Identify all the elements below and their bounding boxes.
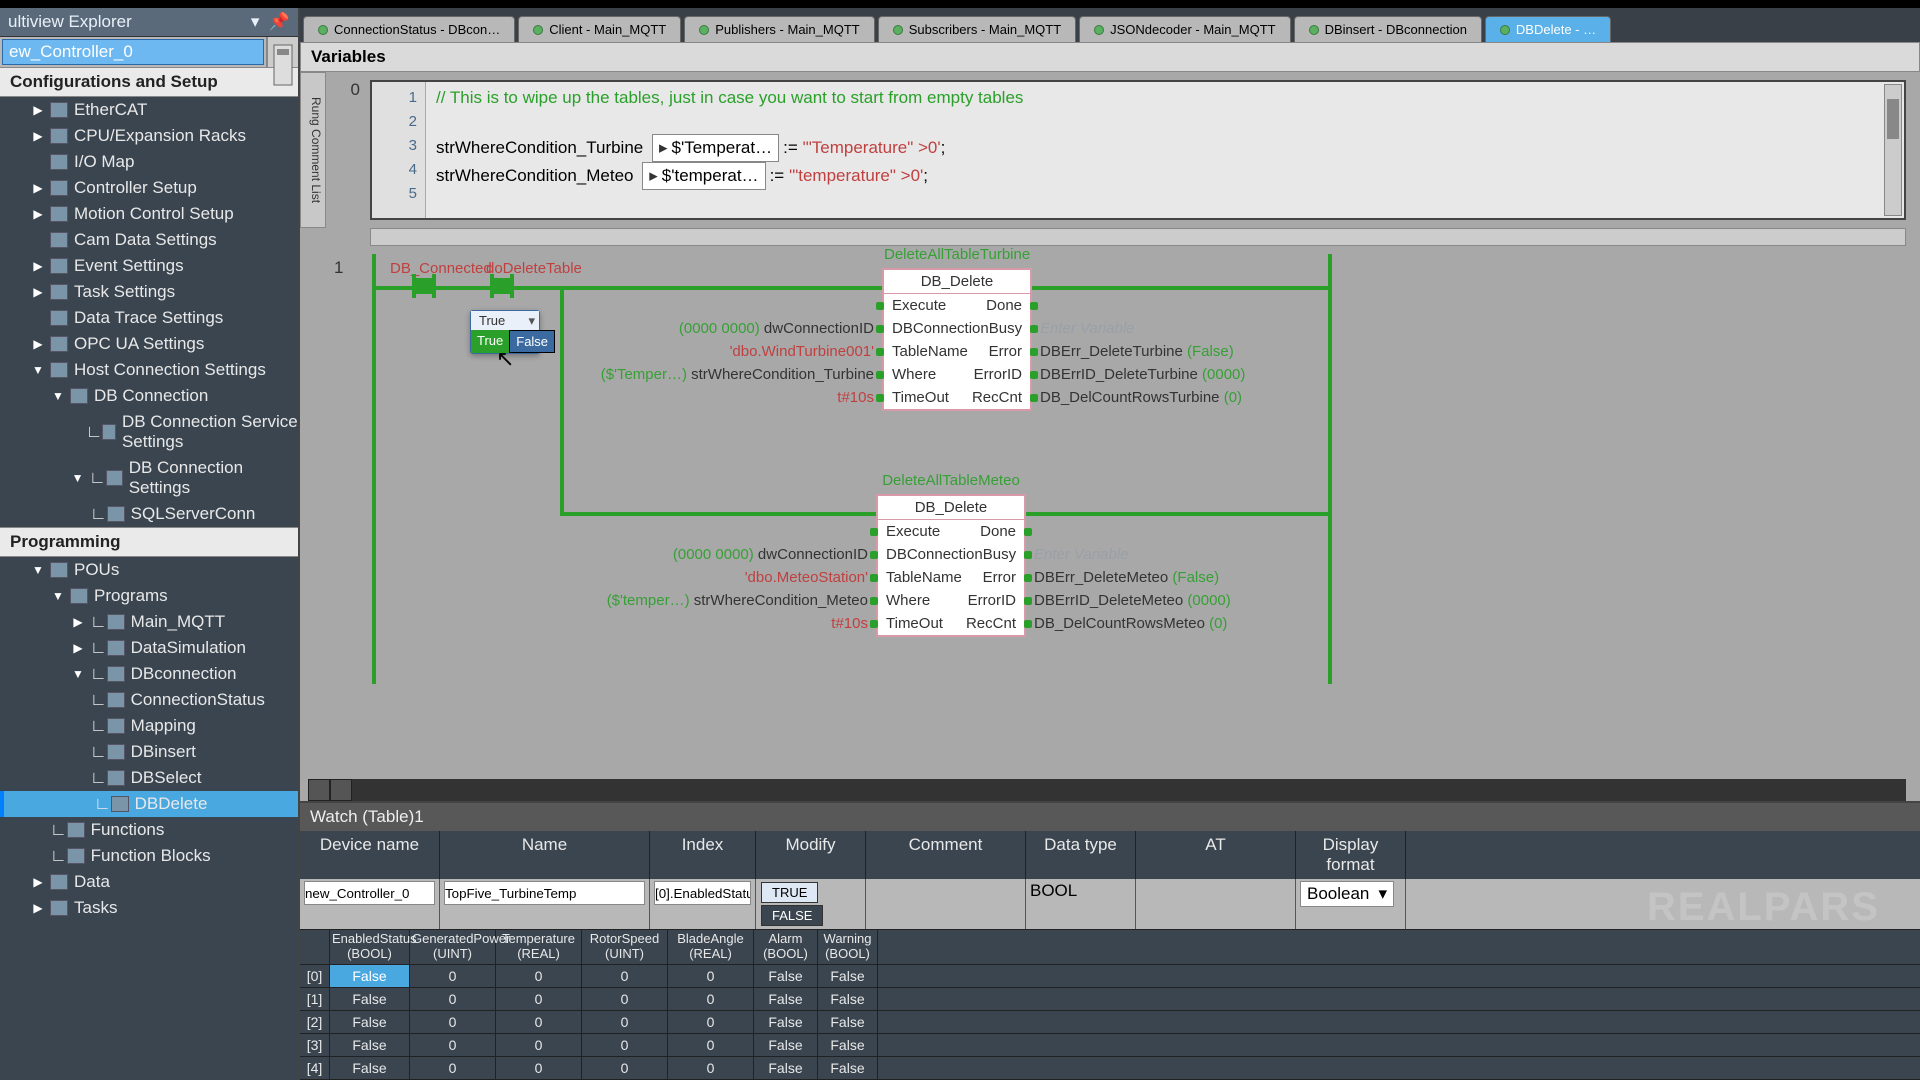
watch-grid-row[interactable]: [0]False0000FalseFalse — [300, 965, 1920, 988]
tree-iomap[interactable]: I/O Map — [0, 149, 298, 175]
fb-type: DB_Delete — [878, 496, 1024, 520]
st-editor: Rung Comment List 0 12345 // This is to … — [300, 72, 1920, 228]
tree-controller-setup[interactable]: ▶Controller Setup — [0, 175, 298, 201]
popup-header: True — [471, 311, 539, 330]
tree-dbconn-settings[interactable]: ▼∟ DB Connection Settings — [0, 455, 298, 501]
section-config[interactable]: Configurations and Setup — [0, 67, 298, 97]
tree-dbselect[interactable]: ∟ DBSelect — [0, 765, 298, 791]
tab-connstat[interactable]: ConnectionStatus - DBcon… — [303, 16, 515, 42]
tree-datasim[interactable]: ▶∟ DataSimulation — [0, 635, 298, 661]
watch-header: Device nameName IndexModify CommentData … — [300, 831, 1920, 879]
tree-data[interactable]: ▶Data — [0, 869, 298, 895]
watermark: REALPARS — [1647, 885, 1880, 930]
tree-hostconn[interactable]: ▼Host Connection Settings — [0, 357, 298, 383]
tree-ethercat[interactable]: ▶EtherCAT — [0, 97, 298, 123]
editor-center: ConnectionStatus - DBcon… Client - Main_… — [300, 8, 1920, 1080]
line-gutter: 12345 — [372, 82, 426, 218]
tab-dbdelete[interactable]: DBDelete - … — [1485, 16, 1611, 42]
tree-camdata[interactable]: Cam Data Settings — [0, 227, 298, 253]
tree-functionblocks[interactable]: ∟ Function Blocks — [0, 843, 298, 869]
display-format-select[interactable]: Boolean▾ — [1300, 881, 1394, 907]
index-input[interactable] — [654, 881, 751, 905]
tree-dbinsert[interactable]: ∟ DBinsert — [0, 739, 298, 765]
tree-programs[interactable]: ▼Programs — [0, 583, 298, 609]
tree-datatrace[interactable]: Data Trace Settings — [0, 305, 298, 331]
truefalse-popup[interactable]: True True False — [470, 310, 540, 354]
tree-connstat[interactable]: ∟ ConnectionStatus — [0, 687, 298, 713]
fb-instance-name: DeleteAllTableMeteo — [878, 472, 1024, 489]
code-body[interactable]: // This is to wipe up the tables, just i… — [426, 82, 1904, 218]
tab-subscribers[interactable]: Subscribers - Main_MQTT — [878, 16, 1076, 42]
tree-mainmqtt[interactable]: ▶∟ Main_MQTT — [0, 609, 298, 635]
tree-functions[interactable]: ∟ Functions — [0, 817, 298, 843]
tab-dbinsert[interactable]: DBinsert - DBconnection — [1294, 16, 1482, 42]
tab-strip: ConnectionStatus - DBcon… Client - Main_… — [300, 8, 1920, 42]
intellisense-hint[interactable]: $'Temperat… — [652, 134, 779, 162]
fb-type: DB_Delete — [884, 270, 1030, 294]
watch-grid-row[interactable]: [3]False0000FalseFalse — [300, 1034, 1920, 1057]
tree-mapping[interactable]: ∟ Mapping — [0, 713, 298, 739]
var-name-input[interactable] — [444, 881, 645, 905]
sidebar-toggle-icon[interactable] — [266, 37, 298, 67]
tree-tasks2[interactable]: ▶Tasks — [0, 895, 298, 921]
tree-sqlserver[interactable]: ∟ SQLServerConn — [0, 501, 298, 527]
tree-dbconn-service[interactable]: ∟ DB Connection Service Settings — [0, 409, 298, 455]
fb-delete-turbine[interactable]: DeleteAllTableTurbine DB_Delete ExecuteD… — [882, 268, 1032, 411]
controller-select[interactable]: ew_Controller_0 — [2, 39, 264, 65]
right-rail — [1328, 254, 1332, 684]
st-code-block[interactable]: 12345 // This is to wipe up the tables, … — [370, 80, 1906, 220]
tree-pous[interactable]: ▼POUs — [0, 557, 298, 583]
data-type: BOOL — [1026, 879, 1136, 929]
tab-publishers[interactable]: Publishers - Main_MQTT — [684, 16, 874, 42]
intellisense-hint[interactable]: $'temperat… — [642, 162, 765, 190]
tree-opcua[interactable]: ▶OPC UA Settings — [0, 331, 298, 357]
tree-dbconn[interactable]: ▼DB Connection — [0, 383, 298, 409]
tab-client[interactable]: Client - Main_MQTT — [518, 16, 681, 42]
explorer-header: ultiview Explorer ▾ 📌 — [0, 8, 298, 37]
variables-bar[interactable]: Variables — [300, 42, 1920, 72]
config-tree: ▶EtherCAT ▶CPU/Expansion Racks I/O Map ▶… — [0, 97, 298, 1080]
tree-tasks[interactable]: ▶Task Settings — [0, 279, 298, 305]
left-rail — [372, 254, 376, 684]
contact-db-connected[interactable] — [412, 274, 436, 298]
multiview-explorer: ultiview Explorer ▾ 📌 ew_Controller_0 Co… — [0, 8, 300, 1080]
watch-grid-row[interactable]: [2]False0000FalseFalse — [300, 1011, 1920, 1034]
ladder-editor[interactable]: 1 DB_Connected doDeleteTable True True — [300, 248, 1920, 779]
modify-true-button[interactable]: TRUE — [761, 882, 818, 903]
fb-delete-meteo[interactable]: DeleteAllTableMeteo DB_Delete ExecuteDon… — [876, 494, 1026, 637]
horizontal-scrollbar[interactable] — [370, 228, 1906, 246]
contact-label: DB_Connected — [390, 260, 492, 277]
tab-jsondecoder[interactable]: JSONdecoder - Main_MQTT — [1079, 16, 1290, 42]
watch-panel: Watch (Table)1 Device nameName IndexModi… — [300, 801, 1920, 1080]
tree-dbdelete[interactable]: ∟ DBDelete — [0, 791, 298, 817]
rung-number-1: 1 — [334, 258, 343, 278]
tree-events[interactable]: ▶Event Settings — [0, 253, 298, 279]
rung-comment-list[interactable]: Rung Comment List — [300, 72, 326, 228]
section-programming[interactable]: Programming — [0, 527, 298, 557]
watch-grid-header: EnabledStatus(BOOL) GeneratedPower(UINT)… — [300, 929, 1920, 965]
watch-grid-row[interactable]: [1]False0000FalseFalse — [300, 988, 1920, 1011]
explorer-title: ultiview Explorer — [8, 12, 132, 32]
fb-instance-name: DeleteAllTableTurbine — [884, 248, 1030, 263]
ladder-h-scroll[interactable] — [308, 779, 1906, 801]
tree-cpu[interactable]: ▶CPU/Expansion Racks — [0, 123, 298, 149]
chevron-down-icon[interactable]: ▾ 📌 — [251, 12, 290, 32]
vertical-scrollbar[interactable] — [1884, 84, 1902, 216]
tree-dbconnection[interactable]: ▼∟ DBconnection — [0, 661, 298, 687]
watch-title: Watch (Table)1 — [300, 803, 1920, 831]
device-name-input[interactable] — [304, 881, 435, 905]
tree-motion[interactable]: ▶Motion Control Setup — [0, 201, 298, 227]
modify-false-button[interactable]: FALSE — [761, 905, 823, 926]
popup-true-button[interactable]: True — [471, 330, 509, 353]
watch-grid-row[interactable]: [4]False0000FalseFalse — [300, 1057, 1920, 1080]
rung-number-0: 0 — [326, 72, 366, 228]
contact-do-delete[interactable] — [490, 274, 514, 298]
popup-false-button[interactable]: False — [509, 330, 555, 353]
